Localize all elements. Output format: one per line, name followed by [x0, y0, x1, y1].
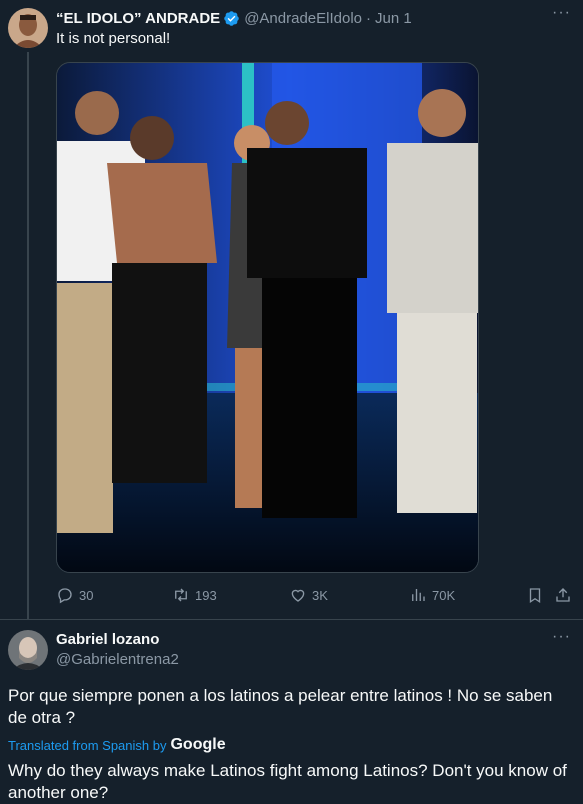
reply-author-name[interactable]: Gabriel lozano — [56, 631, 159, 648]
verified-badge-icon — [224, 10, 239, 26]
post-header: “EL IDOLO” ANDRADE @AndradeElIdolo · Jun… — [56, 8, 571, 28]
post-date[interactable]: Jun 1 — [375, 10, 412, 27]
translation-note: Translated from Spanish by Google — [8, 736, 226, 754]
reply-text: Por que siempre ponen a los latinos a pe… — [8, 686, 553, 727]
reply-button[interactable]: 30 — [56, 586, 93, 604]
post-photo — [57, 63, 478, 572]
bookmark-button[interactable] — [526, 586, 544, 604]
separator-dot: · — [366, 9, 371, 27]
post-image[interactable] — [56, 62, 479, 573]
thread-line — [27, 52, 29, 619]
views-button[interactable]: 70K — [409, 586, 455, 604]
author-name[interactable]: “EL IDOLO” ANDRADE — [56, 10, 220, 27]
reply-count: 30 — [79, 587, 94, 603]
view-count: 70K — [432, 587, 456, 603]
reply-author-handle[interactable]: @Gabrielentrena2 — [56, 651, 179, 668]
reply-more-options-icon[interactable]: ··· — [552, 628, 571, 646]
repost-count: 193 — [195, 587, 217, 603]
heart-icon — [291, 589, 305, 602]
like-count: 3K — [312, 587, 328, 603]
repost-button[interactable]: 193 — [172, 586, 217, 604]
translated-label[interactable]: Translated from Spanish by — [8, 738, 166, 753]
reply-author-avatar[interactable] — [8, 630, 48, 670]
google-logo: Google — [170, 736, 226, 753]
views-icon — [412, 589, 425, 601]
main-post: “EL IDOLO” ANDRADE @AndradeElIdolo · Jun… — [0, 0, 583, 620]
more-options-icon[interactable]: ··· — [552, 4, 571, 22]
like-button[interactable]: 3K — [289, 586, 328, 604]
reply-translation: Why do they always make Latinos fight am… — [8, 761, 567, 802]
author-avatar[interactable] — [8, 8, 48, 48]
post-actions: 30 193 3K 70K — [56, 586, 576, 606]
reply-icon — [58, 588, 72, 604]
share-button[interactable] — [554, 586, 572, 604]
bookmark-icon — [529, 588, 541, 604]
share-icon — [556, 588, 570, 602]
author-handle[interactable]: @AndradeElIdolo — [244, 10, 362, 27]
repost-icon — [175, 588, 187, 602]
post-text: It is not personal! — [56, 30, 171, 47]
